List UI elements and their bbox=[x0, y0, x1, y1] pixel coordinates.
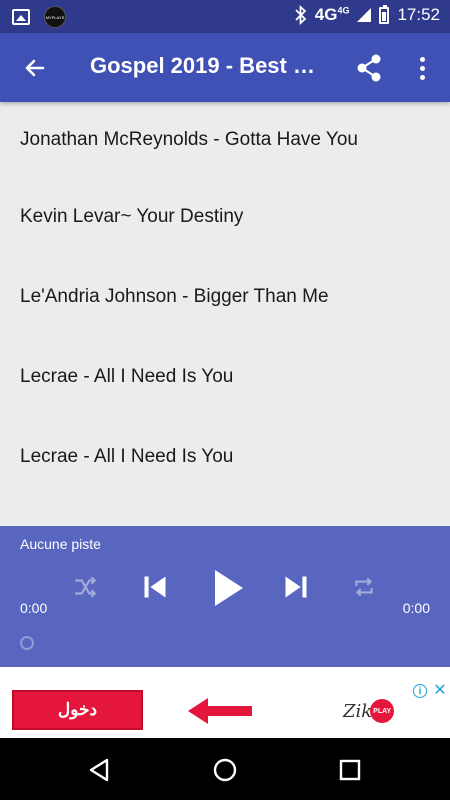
repeat-icon bbox=[355, 577, 373, 597]
ad-brand-badge: PLAY bbox=[370, 699, 395, 723]
skip-previous-icon bbox=[144, 576, 166, 598]
battery-icon bbox=[379, 4, 390, 24]
page-title: Gospel 2019 - Best Gospel Songs bbox=[90, 53, 330, 78]
ad-close-icon[interactable]: ✕ bbox=[432, 681, 448, 699]
system-nav-bar bbox=[0, 738, 450, 800]
nav-home-button[interactable] bbox=[210, 755, 240, 785]
repeat-button[interactable] bbox=[349, 572, 379, 602]
status-left: MYPLAYS bbox=[12, 6, 66, 28]
ad-spacer bbox=[0, 667, 450, 681]
track-title: Jonathan McReynolds - Gotta Have You bbox=[20, 128, 358, 150]
track-item[interactable]: Le'Andria Johnson - Bigger Than Me bbox=[0, 257, 450, 337]
nav-recents-button[interactable] bbox=[335, 755, 365, 785]
back-button[interactable] bbox=[18, 51, 52, 85]
more-vert-dot bbox=[419, 74, 425, 80]
more-vert-icon bbox=[419, 56, 425, 62]
ad-logo[interactable]: Zik PLAY bbox=[343, 697, 405, 725]
nav-home-icon bbox=[213, 758, 237, 782]
ad-banner[interactable]: دخول Zik PLAY i ✕ bbox=[0, 681, 450, 738]
previous-button[interactable] bbox=[140, 571, 170, 603]
track-title: Kevin Levar~ Your Destiny bbox=[20, 206, 244, 227]
shuffle-icon bbox=[75, 576, 97, 598]
play-icon bbox=[215, 570, 243, 606]
image-icon bbox=[12, 9, 30, 25]
status-bar: MYPLAYS 4G4G 17:52 bbox=[0, 0, 450, 33]
network-type: 4G4G bbox=[315, 5, 350, 25]
app-icon-text: MYPLAYS bbox=[45, 14, 65, 20]
bluetooth-icon bbox=[295, 5, 307, 25]
next-button[interactable] bbox=[281, 571, 311, 603]
elapsed-time: 0:00 bbox=[20, 600, 48, 616]
network-sub-label: 4G bbox=[337, 5, 350, 16]
track-title: Lecrae - All I Need Is You bbox=[20, 366, 234, 387]
ad-brand: Zik bbox=[343, 700, 373, 722]
nav-recents-icon bbox=[339, 759, 361, 781]
nav-back-icon bbox=[89, 758, 109, 782]
skip-next-icon bbox=[285, 576, 307, 598]
nav-back-button[interactable] bbox=[85, 755, 115, 785]
status-right: 4G4G 17:52 bbox=[295, 4, 440, 25]
track-item[interactable]: Kevin Levar~ Your Destiny bbox=[0, 177, 450, 257]
track-title: Le'Andria Johnson - Bigger Than Me bbox=[20, 286, 329, 307]
track-item[interactable]: Lecrae - All I Need Is You bbox=[0, 417, 450, 497]
now-playing-label: Aucune piste bbox=[20, 536, 101, 552]
shuffle-button[interactable] bbox=[70, 572, 100, 602]
music-player: Aucune piste 0:00 0:00 bbox=[0, 526, 450, 667]
clock: 17:52 bbox=[397, 5, 440, 24]
more-options-button[interactable] bbox=[410, 52, 434, 84]
signal-icon bbox=[357, 8, 372, 22]
play-button[interactable] bbox=[209, 566, 249, 610]
share-button[interactable] bbox=[354, 52, 386, 84]
back-arrow-icon bbox=[25, 59, 45, 77]
ad-cta-button[interactable]: دخول bbox=[12, 690, 143, 730]
track-item[interactable]: Lecrae - All I Need Is You bbox=[0, 337, 450, 417]
app-bar: Gospel 2019 - Best Gospel Songs bbox=[0, 33, 450, 102]
track-list: Jonathan McReynolds - Gotta Have You Kev… bbox=[0, 102, 450, 526]
ad-info-icon[interactable]: i bbox=[413, 684, 427, 698]
seek-handle[interactable] bbox=[20, 636, 34, 650]
total-time: 0:00 bbox=[402, 600, 430, 616]
app-notification-icon: MYPLAYS bbox=[44, 6, 66, 28]
arrow-left-icon bbox=[188, 698, 252, 724]
track-title: Lecrae - All I Need Is You bbox=[20, 446, 234, 467]
network-label: 4G bbox=[314, 5, 338, 24]
more-vert-dot bbox=[419, 65, 425, 71]
share-icon bbox=[357, 54, 381, 82]
track-item[interactable]: Jonathan McReynolds - Gotta Have You bbox=[0, 102, 450, 177]
